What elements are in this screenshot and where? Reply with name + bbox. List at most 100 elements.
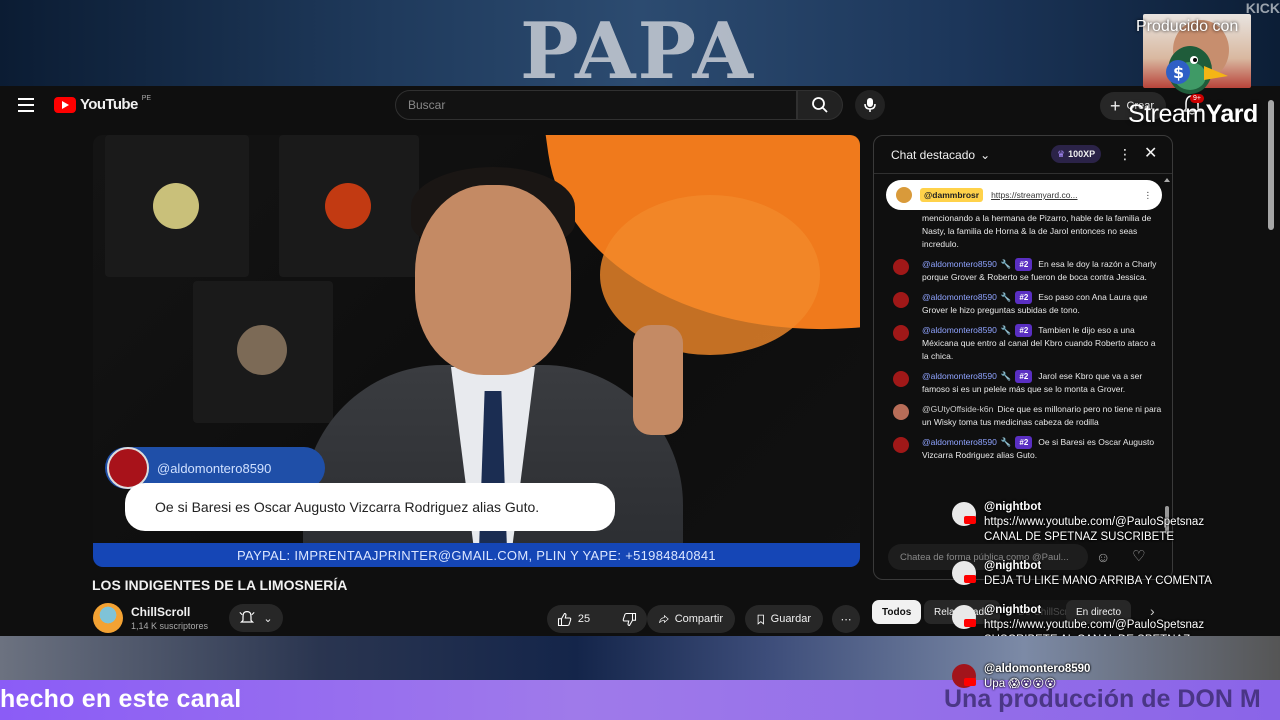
wrench-icon: 🔧 xyxy=(1000,259,1012,269)
chat-avatar xyxy=(893,325,909,341)
pinned-avatar xyxy=(896,187,912,203)
subscription-bell-button[interactable]: ⌄ xyxy=(229,604,283,632)
dislike-button[interactable] xyxy=(612,605,647,633)
ticker-text: hecho en este canal xyxy=(0,685,242,713)
xp-chip[interactable]: ♛ 100XP xyxy=(1051,145,1102,163)
video-thumbnail-tile xyxy=(105,135,249,277)
overlay-comment-text: https://www.youtube.com/@PauloSpetsnaz C… xyxy=(984,516,1205,543)
overlay-comment-author: @aldomontero8590 xyxy=(984,663,1091,675)
chat-message: @GUtyOffside-k6n Dice que es millonario p… xyxy=(874,403,1162,429)
overlay-message: Oe si Baresi es Oscar Augusto Vizcarra R… xyxy=(125,483,615,531)
channel-avatar[interactable] xyxy=(93,603,123,633)
pinned-username: @dammbrosr xyxy=(920,188,984,202)
overlay-comment: @nightbot https://www.youtube.com/@Paulo… xyxy=(952,500,1242,545)
overlay-comment-text: DEJA TU LIKE MANO ARRIBA Y COMENTA xyxy=(984,575,1212,587)
chat-avatar xyxy=(893,437,909,453)
bell-icon xyxy=(239,610,255,623)
producido-label: Producido con xyxy=(1136,18,1239,35)
more-actions-button[interactable]: ⋯ xyxy=(832,605,860,633)
chat-author[interactable]: @GUtyOffside-k6n xyxy=(922,404,993,414)
chat-more-icon[interactable]: ⋮ xyxy=(1118,146,1132,163)
chat-message: @aldomontero8590 🔧 #2 Eso paso con Ana Laur… xyxy=(874,291,1162,317)
thumbs-down-icon xyxy=(622,612,637,626)
like-button[interactable]: 25 xyxy=(547,605,600,633)
pinned-more-icon[interactable]: ⋮ xyxy=(1144,190,1153,201)
youtube-play-icon xyxy=(54,96,76,113)
video-player[interactable]: @aldomontero8590 Oe si Baresi es Oscar A… xyxy=(93,135,860,567)
chat-author[interactable]: @aldomontero8590 xyxy=(922,437,997,447)
chevron-down-icon: ⌄ xyxy=(980,147,991,162)
chevron-down-icon: ⌄ xyxy=(263,612,273,625)
youtube-logo[interactable]: YouTube PE xyxy=(54,95,152,113)
pinned-message[interactable]: @dammbrosr https://streamyard.co... ⋮ xyxy=(886,180,1162,210)
rank-badge: #2 xyxy=(1015,291,1033,304)
thumbs-up-icon xyxy=(557,612,572,626)
youtube-wordmark: YouTube xyxy=(80,96,138,113)
chat-message-text: mencionando a la hermana de Pizarro, hab… xyxy=(922,213,1152,249)
xp-value: 100XP xyxy=(1068,149,1096,159)
youtube-header: YouTube PE + Crear 9+ xyxy=(0,86,1280,126)
wrench-icon: 🔧 xyxy=(1000,371,1012,381)
stream-frame: PAPA KICK Producido con $ StreamYard You… xyxy=(0,0,1280,720)
overlay-comment-author: @nightbot xyxy=(984,501,1042,513)
chat-author[interactable]: @aldomontero8590 xyxy=(922,292,997,302)
streamyard-logo-bold: Yard xyxy=(1205,100,1259,128)
chat-avatar xyxy=(893,259,909,275)
overlay-comment-author: @nightbot xyxy=(984,604,1042,616)
microphone-icon xyxy=(864,98,876,112)
rank-badge: #2 xyxy=(1015,436,1033,449)
overlay-comment-avatar xyxy=(952,502,976,526)
chat-mode-dropdown[interactable]: Chat destacado ⌄ xyxy=(891,148,990,162)
bookmark-icon xyxy=(757,614,764,625)
streamyard-logo-part: Stream xyxy=(1128,100,1206,128)
save-button[interactable]: Guardar xyxy=(745,605,823,633)
chat-avatar xyxy=(893,371,909,387)
wrench-icon: 🔧 xyxy=(1000,325,1012,335)
overlay-comment-text: Upa 😱😮😮😮 xyxy=(984,678,1057,690)
chat-author[interactable]: @aldomontero8590 xyxy=(922,371,997,381)
banner-title: PAPA xyxy=(520,6,755,86)
channel-name[interactable]: ChillScroll xyxy=(131,605,190,619)
overlay-comment-avatar xyxy=(952,605,976,629)
chip-todos[interactable]: Todos xyxy=(872,600,922,624)
share-label: Compartir xyxy=(674,613,723,625)
chat-messages-list[interactable]: mencionando a la hermana de Pizarro, hab… xyxy=(874,212,1162,536)
chat-author[interactable]: @aldomontero8590 xyxy=(922,325,997,335)
thumbs-up-hand xyxy=(633,325,683,435)
subscriber-count: 1,14 K suscriptores xyxy=(131,621,209,631)
hamburger-menu-icon[interactable] xyxy=(18,98,34,112)
like-count: 25 xyxy=(577,613,591,625)
overlay-comment: @nightbot DEJA TU LIKE MANO ARRIBA Y COM… xyxy=(952,559,1242,589)
search-icon xyxy=(812,97,828,113)
search-input[interactable] xyxy=(396,91,796,119)
chat-author[interactable]: @aldomontero8590 xyxy=(922,259,997,269)
page-scrollbar-thumb[interactable] xyxy=(1268,100,1274,230)
overlay-comment-author: @nightbot xyxy=(984,560,1042,572)
pinned-link[interactable]: https://streamyard.co... xyxy=(991,190,1135,200)
like-dislike-group: 25 xyxy=(547,605,647,633)
country-code: PE xyxy=(141,95,152,102)
crown-icon: ♛ xyxy=(1057,148,1066,159)
chat-avatar xyxy=(893,404,909,420)
page-scrollbar[interactable] xyxy=(1266,100,1276,630)
chat-message: @aldomontero8590 🔧 #2 Tambien le dijo eso a… xyxy=(874,324,1162,363)
chat-message: @aldomontero8590 🔧 #2 Oe si Baresi es Oscar… xyxy=(874,436,1162,462)
share-icon xyxy=(659,614,669,624)
search-button[interactable] xyxy=(797,90,843,120)
tile-avatar xyxy=(237,325,287,375)
search-box xyxy=(395,90,797,120)
banner-corner-text: KICK xyxy=(1245,0,1280,16)
more-dots-icon: ⋯ xyxy=(840,613,852,626)
share-button[interactable]: Compartir xyxy=(647,605,735,633)
tile-avatar xyxy=(153,183,199,229)
chat-avatar xyxy=(893,292,909,308)
chat-message: @aldomontero8590 🔧 #2 En esa le doy la razó… xyxy=(874,258,1162,284)
overlay-comment-avatar xyxy=(952,664,976,688)
overlay-comment-avatar xyxy=(952,561,976,585)
close-icon[interactable]: ✕ xyxy=(1144,143,1157,163)
rank-badge: #2 xyxy=(1015,258,1033,271)
voice-search-button[interactable] xyxy=(855,90,885,120)
save-label: Guardar xyxy=(770,613,811,625)
overlay-comment: @aldomontero8590 Upa 😱😮😮😮 xyxy=(952,662,1242,692)
wrench-icon: 🔧 xyxy=(1000,292,1012,302)
